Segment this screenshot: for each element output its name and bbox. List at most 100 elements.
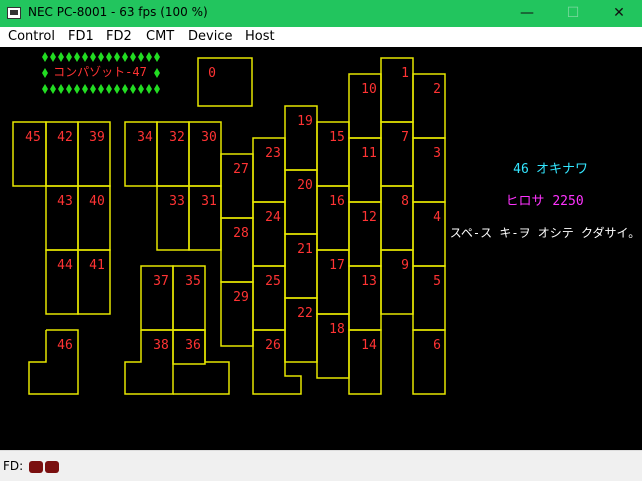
diamond-icon [154,68,160,78]
minimize-button[interactable]: — [504,0,550,27]
diamond-icon [114,84,120,94]
map-cell-label: 13 [361,274,377,289]
diamond-icon [42,68,48,78]
map-cell-label: 28 [233,226,249,241]
map-cell-label: 1 [401,66,409,81]
map-cell-label: 45 [25,130,41,145]
diamond-icon [90,52,96,62]
menu-host[interactable]: Host [245,29,275,44]
map-outline [12,57,446,395]
diamond-icon [74,84,80,94]
map-cell-label: 8 [401,194,409,209]
map-cell-label: 0 [208,66,216,81]
map-cell-label: 10 [361,82,377,97]
score: 2250 [552,194,583,209]
diamond-icon [98,84,104,94]
diamond-icon [66,84,72,94]
menu-cmt[interactable]: CMT [146,29,174,44]
fd2-led [45,461,59,473]
diamond-icon [138,84,144,94]
map-cell-label: 46 [57,338,73,353]
diamond-icon [122,52,128,62]
fd-status-label: FD: [3,459,24,473]
map-cell-label: 21 [297,242,313,257]
diamond-icon [138,52,144,62]
map-labels: 0 123456789101112131415161718192021222324… [25,66,441,353]
map-cell-label: 33 [169,194,185,209]
map-cell-label: 32 [169,130,185,145]
map-cell-label: 6 [433,338,441,353]
map-cell-label: 30 [201,130,217,145]
close-button[interactable]: ✕ [596,0,642,27]
map-cell-label: 34 [137,130,153,145]
map-cell-label: 17 [329,258,345,273]
diamond-icon [58,84,64,94]
map-region [197,57,253,107]
diamond-icon [114,52,120,62]
map-cell-label: 2 [433,82,441,97]
map-cell-label: 40 [89,194,105,209]
diamond-icon [82,52,88,62]
map-cell-label: 29 [233,290,249,305]
game-map: コンパゾット-47 0 12345678910111213141516171819… [12,52,641,395]
map-cell-label: 27 [233,162,249,177]
map-cell-label: 36 [185,338,201,353]
status-bar: FD: [0,450,642,481]
diamond-icon [154,84,160,94]
map-cell-label: 31 [201,194,217,209]
diamond-icon [130,52,136,62]
diamond-icon [130,84,136,94]
map-cell-label: 41 [89,258,105,273]
selected-pref-number: 46 [513,162,529,177]
game-title: コンパゾット-47 [53,65,147,79]
map-cell-label: 4 [433,210,441,225]
map-cell-label: 16 [329,194,345,209]
map-cell-label: 18 [329,322,345,337]
menu-fd2[interactable]: FD2 [106,29,132,44]
diamond-icon [146,52,152,62]
diamond-icon [58,52,64,62]
diamond-icon [42,52,48,62]
menu-bar: Control FD1 FD2 CMT Device Host [0,27,642,47]
map-cell-label: 15 [329,130,345,145]
map-cell-label: 5 [433,274,441,289]
diamond-icon [42,84,48,94]
diamond-icon [98,52,104,62]
map-cell-label: 11 [361,146,377,161]
diamond-icon [154,52,160,62]
game-title-banner: コンパゾット-47 [42,52,160,94]
emulator-screen[interactable]: コンパゾット-47 0 1 2 3 4 5 6 7 8 9 10 11 12 13 14 15 16 17 18 19… [0,47,642,450]
diamond-icon [106,52,112,62]
map-cell-label: 42 [57,130,73,145]
diamond-icon [146,84,152,94]
player-name: ヒロサ [505,194,544,209]
selected-pref-name: オキナワ [536,162,588,177]
map-cell-label: 12 [361,210,377,225]
instruction-text: スペ-ス キ-ヲ オシテ クダサイ。 [450,225,641,240]
menu-fd1[interactable]: FD1 [68,29,94,44]
map-cell-label: 3 [433,146,441,161]
diamond-icon [122,84,128,94]
fd1-led [29,461,43,473]
title-bar: NEC PC-8001 - 63 fps (100 %) — ☐ ✕ [0,0,642,27]
maximize-button[interactable]: ☐ [550,0,596,27]
map-cell-label: 19 [297,114,313,129]
diamond-icon [50,52,56,62]
map-cell-label: 38 [153,338,169,353]
diamond-icon [66,52,72,62]
menu-device[interactable]: Device [188,29,232,44]
diamond-icon [106,84,112,94]
diamond-icon [74,52,80,62]
menu-control[interactable]: Control [8,29,55,44]
map-cell-label: 39 [89,130,105,145]
map-cell-label: 44 [57,258,73,273]
map-cell-label: 25 [265,274,281,289]
app-icon [7,7,21,19]
map-cell-label: 14 [361,338,377,353]
map-cell-label: 22 [297,306,313,321]
diamond-icon [50,84,56,94]
map-cell-label: 9 [401,258,409,273]
map-cell-label: 7 [401,130,409,145]
map-cell-label: 26 [265,338,281,353]
map-cell-label: 35 [185,274,201,289]
